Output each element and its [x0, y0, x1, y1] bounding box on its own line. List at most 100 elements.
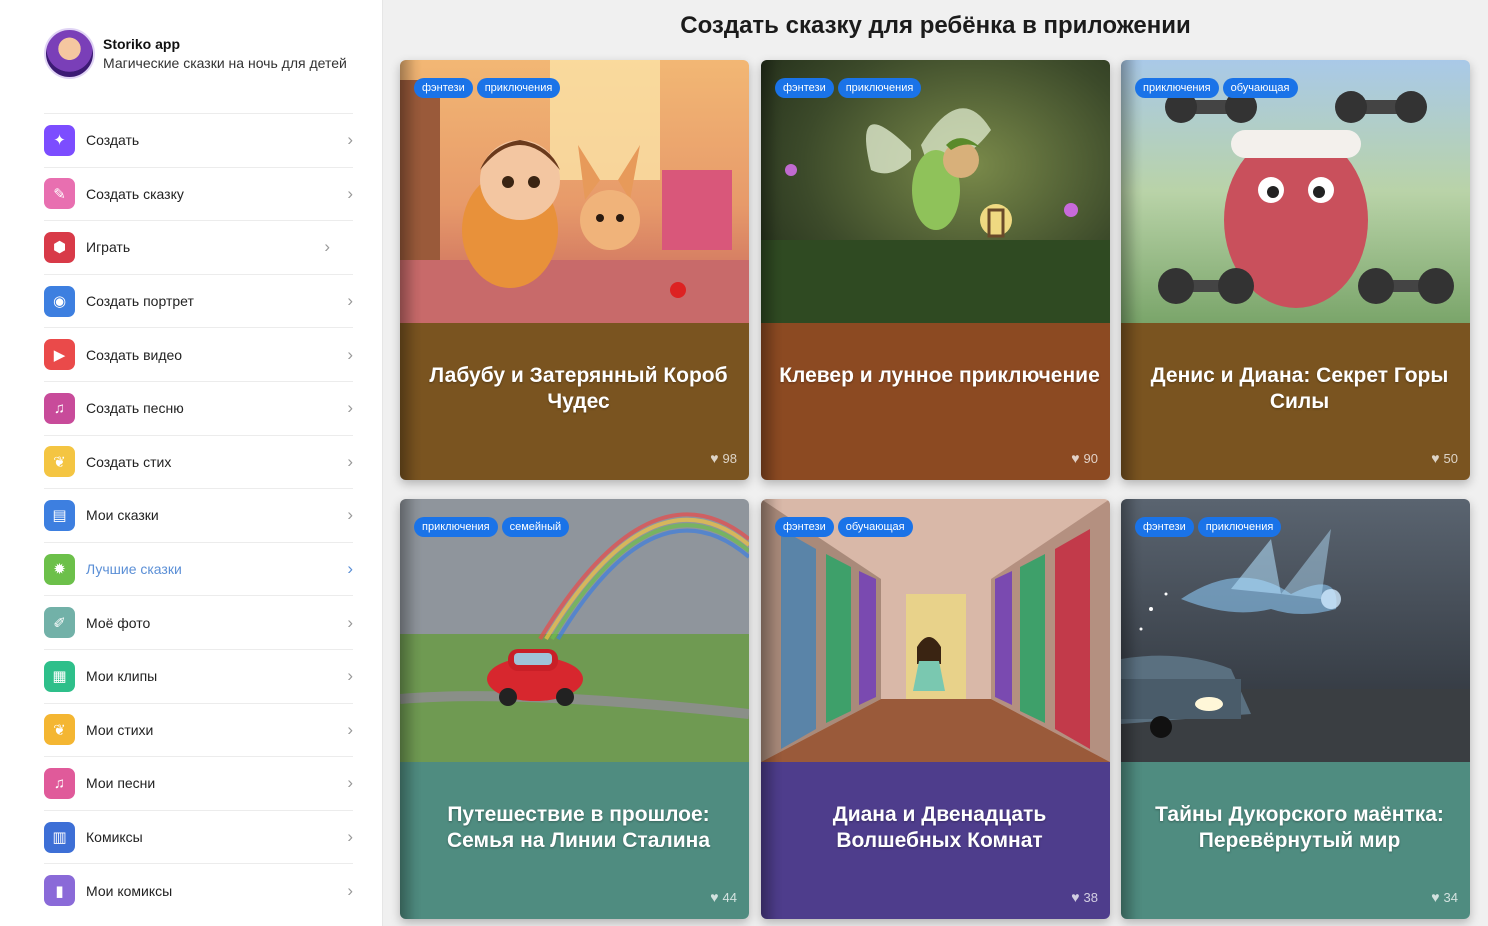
sidebar-item-label: Мои стихи — [86, 721, 154, 738]
sidebar-item-best-stories[interactable]: ✹ Лучшие сказки › — [44, 541, 353, 596]
likes-counter[interactable]: ♥ 98 — [710, 450, 737, 466]
story-cover-image — [1121, 499, 1470, 762]
tag-list: фэнтези приключения — [775, 78, 922, 98]
story-title: Диана и Двенадцать Волшебных Комнат — [832, 803, 1047, 852]
story-card-body: Денис и Диана: Секрет Горы Силы ♥ 50 — [1121, 323, 1470, 480]
tag[interactable]: обучающая — [1222, 78, 1298, 98]
likes-count: 38 — [1083, 889, 1098, 905]
story-card-body: Путешествие в прошлое: Семья на Линии Ст… — [400, 762, 749, 919]
music-note-icon: ♫ — [44, 392, 75, 424]
story-card[interactable]: приключения обучающая Денис и Диана: Сек… — [1121, 60, 1470, 480]
chevron-right-icon: › — [347, 666, 353, 686]
flame-icon: ✹ — [44, 553, 75, 585]
sidebar-item-create-poem[interactable]: ❦ Создать стих › — [44, 434, 353, 489]
chevron-right-icon: › — [347, 559, 353, 579]
sidebar-item-my-stories[interactable]: ▤ Мои сказки › — [44, 488, 353, 542]
feather-icon: ✎ — [44, 178, 75, 210]
sidebar-item-label: Играть — [86, 239, 131, 256]
bookmark-icon: ▮ — [44, 875, 75, 907]
story-card[interactable]: приключения семейный Путешествие в прошл… — [400, 499, 749, 919]
tag[interactable]: приключения — [476, 78, 561, 98]
page-title: Создать сказку для ребёнка в приложении — [680, 12, 1191, 39]
story-card-body: Клевер и лунное приключение ♥ 90 — [761, 323, 1110, 480]
chevron-right-icon: › — [347, 398, 353, 418]
tag[interactable]: фэнтези — [414, 78, 473, 98]
sidebar-item-create-song[interactable]: ♫ Создать песню › — [44, 380, 353, 435]
story-title: Клевер и лунное приключение — [779, 364, 1100, 387]
sidebar-item-my-comics[interactable]: ▮ Мои комиксы › — [44, 863, 353, 917]
tag[interactable]: фэнтези — [1135, 517, 1194, 537]
tag-list: фэнтези приключения — [1135, 517, 1282, 537]
heart-icon: ♥ — [1431, 889, 1440, 905]
sidebar-item-label: Создать песню — [86, 400, 184, 417]
sidebar-item-my-photo[interactable]: ✐ Моё фото › — [44, 595, 353, 649]
tag[interactable]: приключения — [1197, 517, 1282, 537]
sidebar-item-my-songs[interactable]: ♫ Мои песни › — [44, 756, 353, 810]
heart-icon: ♥ — [1431, 450, 1440, 466]
leaf-icon: ❦ — [44, 714, 75, 746]
tag[interactable]: приключения — [837, 78, 922, 98]
open-book-icon: ▥ — [44, 821, 75, 853]
story-cover-image — [761, 499, 1110, 762]
brush-icon: ✐ — [44, 607, 75, 639]
sidebar-item-create-story[interactable]: ✎ Создать сказку › — [44, 166, 353, 221]
story-card[interactable]: фэнтези приключения Тайны Дукорского маё… — [1121, 499, 1470, 919]
tag[interactable]: фэнтези — [775, 517, 834, 537]
tag[interactable]: семейный — [501, 517, 570, 537]
likes-count: 50 — [1443, 450, 1458, 466]
chevron-right-icon: › — [347, 612, 353, 632]
sidebar-item-label: Создать сказку — [86, 185, 184, 202]
chevron-right-icon: › — [347, 344, 353, 364]
tag[interactable]: обучающая — [837, 517, 913, 537]
sidebar-item-comics[interactable]: ▥ Комиксы › — [44, 809, 353, 864]
sidebar-item-label: Создать — [86, 132, 140, 149]
app-name: Storiko app — [103, 36, 181, 52]
avatar[interactable] — [44, 28, 95, 79]
chevron-right-icon: › — [347, 505, 353, 525]
chevron-right-icon: › — [347, 827, 353, 847]
chevron-right-icon: › — [347, 291, 353, 311]
heart-icon: ♥ — [1071, 889, 1080, 905]
tag[interactable]: приключения — [414, 517, 498, 537]
likes-counter[interactable]: ♥ 44 — [710, 889, 737, 905]
chevron-right-icon: › — [347, 451, 353, 471]
story-title: Путешествие в прошлое: Семья на Линии Ст… — [446, 803, 711, 852]
tag-list: фэнтези обучающая — [775, 517, 913, 537]
likes-counter[interactable]: ♥ 50 — [1431, 450, 1458, 466]
heart-icon: ♥ — [1071, 450, 1080, 466]
sidebar-item-my-poems[interactable]: ❦ Мои стихи › — [44, 702, 353, 757]
sidebar-item-label: Мои комиксы — [86, 882, 173, 899]
sidebar-item-create-video[interactable]: ▶ Создать видео › — [44, 327, 353, 381]
book-icon: ▤ — [44, 499, 75, 531]
likes-counter[interactable]: ♥ 34 — [1431, 889, 1458, 905]
sidebar-item-label: Мои песни — [86, 775, 156, 792]
story-title: Лабубу и Затерянный Короб Чудес — [429, 364, 728, 413]
profile[interactable]: Storiko app Магические сказки на ночь дл… — [44, 28, 347, 79]
tag-list: фэнтези приключения — [414, 78, 561, 98]
sidebar-menu: ✦ Создать › ✎ Создать сказку › ⬢ Играть … — [44, 113, 353, 917]
sidebar-item-play[interactable]: ⬢ Играть › — [44, 220, 353, 274]
story-title: Денис и Диана: Секрет Горы Силы — [1150, 364, 1449, 413]
story-card-body: Тайны Дукорского маёнтка: Перевёрнутый м… — [1121, 762, 1470, 919]
sidebar-item-label: Моё фото — [86, 614, 151, 631]
chevron-right-icon: › — [347, 880, 353, 900]
app-subtitle: Магические сказки на ночь для детей — [103, 55, 347, 71]
sidebar-item-create-portrait[interactable]: ◉ Создать портрет › — [44, 273, 353, 328]
story-card[interactable]: фэнтези обучающая Диана и Двенадцать Вол… — [761, 499, 1110, 919]
likes-count: 98 — [722, 450, 737, 466]
sidebar-item-my-clips[interactable]: ▦ Мои клипы › — [44, 648, 353, 703]
sidebar-item-label: Мои клипы — [86, 668, 158, 685]
likes-counter[interactable]: ♥ 90 — [1071, 450, 1098, 466]
tag-list: приключения семейный — [414, 517, 570, 537]
sidebar-item-label: Мои сказки — [86, 507, 159, 524]
story-cover-image — [761, 60, 1110, 323]
likes-counter[interactable]: ♥ 38 — [1071, 889, 1098, 905]
leaf-icon: ❦ — [44, 446, 75, 478]
tag[interactable]: фэнтези — [775, 78, 834, 98]
sidebar-item-create[interactable]: ✦ Создать › — [44, 113, 353, 167]
story-card[interactable]: фэнтези приключения Клевер и лунное прик… — [761, 60, 1110, 480]
story-card[interactable]: фэнтези приключения Лабубу и Затерянный … — [400, 60, 749, 480]
tag-list: приключения обучающая — [1135, 78, 1298, 98]
dice-icon: ⬢ — [44, 231, 75, 263]
tag[interactable]: приключения — [1135, 78, 1219, 98]
